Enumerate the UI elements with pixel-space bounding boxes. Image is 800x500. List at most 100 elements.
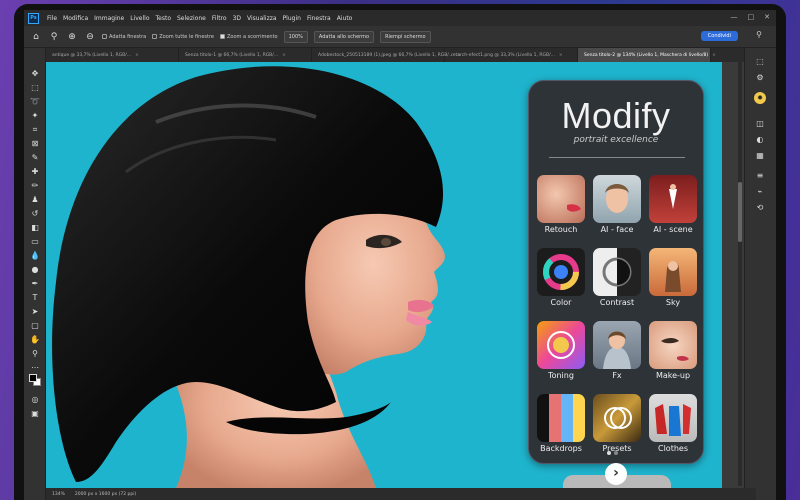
quick-mask-icon[interactable]: ◎	[29, 394, 41, 406]
close-icon[interactable]: ✕	[764, 13, 770, 21]
path-selection-icon[interactable]: ➤	[29, 306, 41, 318]
eyedropper-icon[interactable]: ✎	[29, 152, 41, 164]
move-tool-icon[interactable]: ✥	[29, 68, 41, 80]
marquee-tool-icon[interactable]: ⬚	[29, 82, 41, 94]
menu-filtro[interactable]: Filtro	[212, 15, 227, 22]
tab-document-3[interactable]: Adobestock_250513189 (1).jpeg @ 66,7% (L…	[312, 48, 461, 62]
crop-tool-icon[interactable]: ⌗	[29, 124, 41, 136]
plugin-item-ai-face[interactable]: AI - face	[591, 175, 643, 234]
paths-icon[interactable]: ⌁	[754, 186, 766, 198]
tips-bulb-icon[interactable]: ✹	[754, 92, 766, 104]
plugin-item-toning[interactable]: Toning	[535, 321, 587, 380]
tab-document-2[interactable]: Senza titolo-1 @ 66,7% (Livello 1, RGB/.…	[179, 48, 312, 62]
zoom-all-checkbox[interactable]: Zoom tutte le finestre	[152, 34, 214, 40]
menu-finestra[interactable]: Finestra	[307, 15, 331, 22]
dodge-tool-icon[interactable]: ●	[29, 264, 41, 276]
tab-document-5-active[interactable]: Senza titolo-2 @ 134% (Livello 1, Masche…	[578, 48, 716, 62]
plugin-item-label: Toning	[548, 371, 574, 380]
plugin-item-contrast[interactable]: Contrast	[591, 248, 643, 307]
menu-immagine[interactable]: Immagine	[94, 15, 124, 22]
plugin-item-label: Backdrops	[540, 444, 582, 453]
menu-selezione[interactable]: Selezione	[177, 15, 206, 22]
properties-icon[interactable]: ⚙	[754, 72, 766, 84]
more-tools-icon[interactable]: ⋯	[29, 362, 41, 374]
next-arrow-icon[interactable]: ›	[605, 463, 627, 485]
channels-icon[interactable]: ≡	[754, 170, 766, 182]
foreground-color-swatch[interactable]	[29, 374, 37, 382]
menu-file[interactable]: File	[47, 15, 57, 22]
healing-brush-icon[interactable]: ✚	[29, 166, 41, 178]
layers-icon[interactable]: ◫	[754, 118, 766, 130]
ai-scene-icon	[649, 175, 697, 223]
tab-close-icon[interactable]: ×	[282, 53, 286, 58]
type-tool-icon[interactable]: T	[29, 292, 41, 304]
tab-close-icon[interactable]: ×	[559, 53, 563, 58]
tab-label: antique @ 33,7% (Livello 1, RGB/...	[52, 52, 132, 58]
plugin-item-label: AI - face	[600, 225, 634, 234]
shape-tool-icon[interactable]: ▢	[29, 320, 41, 332]
scrubby-zoom-checkbox[interactable]: Zoom a scorrimento	[220, 34, 278, 40]
scrollbar-thumb[interactable]	[738, 182, 742, 242]
zoom-level[interactable]: 134%	[52, 492, 65, 497]
menu-aiuto[interactable]: Aiuto	[337, 15, 353, 22]
adjustments-icon[interactable]: ◐	[754, 134, 766, 146]
gradient-tool-icon[interactable]: ▭	[29, 236, 41, 248]
plugin-item-makeup[interactable]: Make-up	[647, 321, 699, 380]
tab-document-4[interactable]: retarch-efect1.png @ 33,3% (Livello 1, R…	[445, 48, 578, 62]
learn-icon[interactable]: ⬚	[754, 56, 766, 68]
menu-3d[interactable]: 3D	[233, 15, 241, 22]
fit-screen-button[interactable]: Adatta allo schermo	[313, 30, 375, 43]
vertical-scrollbar[interactable]	[738, 62, 742, 486]
zoom-in-icon[interactable]: ⊕	[66, 31, 78, 43]
home-icon[interactable]: ⌂	[30, 31, 42, 43]
zoom-tool-icon[interactable]: ⚲	[29, 348, 41, 360]
contrast-icon	[593, 248, 641, 296]
hand-tool-icon[interactable]: ✋	[29, 334, 41, 346]
fit-window-checkbox[interactable]: Adatta finestra	[102, 34, 146, 40]
menu-testo[interactable]: Testo	[156, 15, 172, 22]
history-brush-icon[interactable]: ↺	[29, 208, 41, 220]
minimize-icon[interactable]: —	[731, 13, 738, 21]
color-icon	[537, 248, 585, 296]
menu-visualizza[interactable]: Visualizza	[247, 15, 277, 22]
plugin-item-retouch[interactable]: Retouch	[535, 175, 587, 234]
plugin-item-fx[interactable]: Fx	[591, 321, 643, 380]
zoom-out-icon[interactable]: ⊖	[84, 31, 96, 43]
search-icon[interactable]: ⚲	[756, 30, 762, 39]
stamp-tool-icon[interactable]: ♟	[29, 194, 41, 206]
swatches-icon[interactable]: ▦	[754, 150, 766, 162]
document-canvas[interactable]: Modify portrait excellence Retouch AI - …	[46, 62, 722, 488]
magic-wand-icon[interactable]: ✦	[29, 110, 41, 122]
tab-document-1[interactable]: antique @ 33,7% (Livello 1, RGB/... ×	[46, 48, 179, 62]
fill-screen-button[interactable]: Riempi schermo	[380, 30, 431, 43]
plugin-item-label: Fx	[612, 371, 622, 380]
zoom-100-button[interactable]: 100%	[283, 30, 308, 43]
tab-close-icon[interactable]: ×	[135, 53, 139, 58]
photoshop-logo-icon: Ps	[28, 12, 39, 24]
eraser-tool-icon[interactable]: ◧	[29, 222, 41, 234]
menu-modifica[interactable]: Modifica	[63, 15, 88, 22]
share-button[interactable]: Condividi	[700, 31, 738, 41]
pen-tool-icon[interactable]: ✒	[29, 278, 41, 290]
page-dot[interactable]	[614, 451, 618, 455]
divider	[549, 157, 685, 158]
tab-close-icon[interactable]: ×	[712, 53, 716, 58]
history-icon[interactable]: ⟲	[754, 202, 766, 214]
brush-tool-icon[interactable]: ✏	[29, 180, 41, 192]
plugin-item-color[interactable]: Color	[535, 248, 587, 307]
menu-plugin[interactable]: Plugin	[283, 15, 301, 22]
lasso-tool-icon[interactable]: ➰	[29, 96, 41, 108]
blur-tool-icon[interactable]: 💧	[29, 250, 41, 262]
presets-icon	[593, 394, 641, 442]
plugin-item-presets[interactable]: Presets	[591, 394, 643, 453]
plugin-item-backdrops[interactable]: Backdrops	[535, 394, 587, 453]
frame-tool-icon[interactable]: ⊠	[29, 138, 41, 150]
plugin-item-clothes[interactable]: Clothes	[647, 394, 699, 453]
zoom-tool-icon[interactable]: ⚲	[48, 31, 60, 43]
plugin-item-ai-scene[interactable]: AI - scene	[647, 175, 699, 234]
page-dot-active[interactable]	[607, 451, 611, 455]
screen-mode-icon[interactable]: ▣	[29, 408, 41, 420]
menu-livello[interactable]: Livello	[130, 15, 149, 22]
plugin-item-sky[interactable]: Sky	[647, 248, 699, 307]
maximize-icon[interactable]: □	[748, 13, 755, 21]
